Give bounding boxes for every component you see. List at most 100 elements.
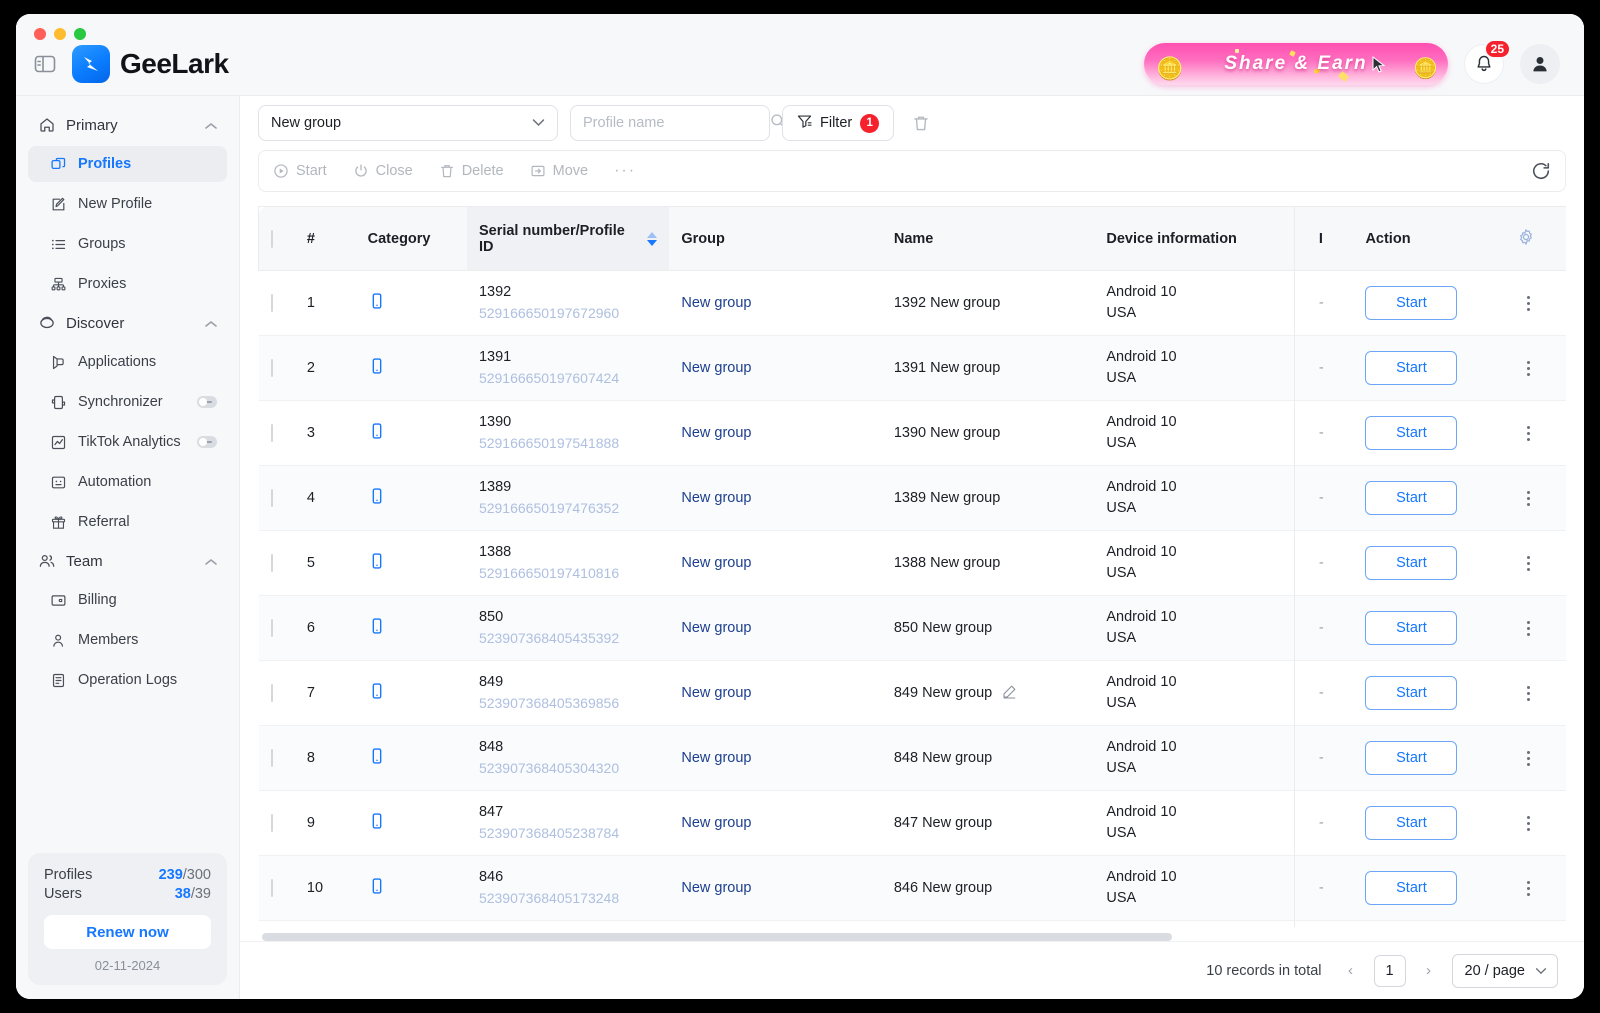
edit-name-icon[interactable]: [1002, 684, 1017, 703]
row-group-link[interactable]: New group: [681, 685, 751, 701]
column-group[interactable]: Group: [669, 206, 882, 271]
row-start-button[interactable]: Start: [1365, 611, 1458, 645]
row-checkbox[interactable]: [270, 879, 273, 897]
table-row[interactable]: 7 849 523907368405369856 New group 849 New g…: [258, 660, 1566, 726]
row-more-menu-icon[interactable]: [1517, 750, 1539, 766]
synchronizer-toggle[interactable]: [197, 396, 217, 408]
column-category[interactable]: Category: [355, 206, 467, 271]
row-group-link[interactable]: New group: [681, 880, 751, 896]
search-input[interactable]: [583, 115, 770, 131]
table-row[interactable]: 6 850 523907368405435392 New group 850 New g…: [258, 595, 1566, 661]
row-start-button[interactable]: Start: [1365, 286, 1458, 320]
row-more-menu-icon[interactable]: [1517, 620, 1539, 636]
row-more-menu-icon[interactable]: [1517, 425, 1539, 441]
sidebar-item-members[interactable]: Members: [28, 622, 227, 658]
close-window-button[interactable]: [34, 28, 46, 40]
sidebar-item-tiktok-analytics[interactable]: TikTok Analytics: [28, 424, 227, 460]
row-start-button[interactable]: Start: [1365, 676, 1458, 710]
sidebar-group-team[interactable]: Team: [28, 542, 227, 580]
clear-filter-button[interactable]: [906, 108, 936, 138]
column-name[interactable]: Name: [881, 206, 1095, 271]
column-index[interactable]: #: [294, 206, 356, 271]
table-row[interactable]: 5 1388 529166650197410816 New group 1388 New…: [258, 530, 1566, 596]
row-more-menu-icon[interactable]: [1517, 555, 1539, 571]
row-profile-id[interactable]: 529166650197672960: [479, 303, 657, 323]
renew-now-button[interactable]: Renew now: [44, 915, 211, 949]
row-group-link[interactable]: New group: [681, 750, 751, 766]
avatar[interactable]: [1520, 43, 1560, 84]
row-start-button[interactable]: Start: [1365, 741, 1458, 775]
row-group-link[interactable]: New group: [681, 425, 751, 441]
minimize-window-button[interactable]: [54, 28, 66, 40]
row-group-link[interactable]: New group: [681, 295, 751, 311]
table-row[interactable]: 10 846 523907368405173248 New group 846 New …: [258, 855, 1566, 921]
prev-page-button[interactable]: ‹: [1338, 956, 1364, 986]
row-more-menu-icon[interactable]: [1517, 490, 1539, 506]
column-device-information[interactable]: Device information: [1094, 206, 1307, 271]
row-more-menu-icon[interactable]: [1517, 880, 1539, 896]
sidebar-item-new-profile[interactable]: New Profile: [28, 186, 227, 222]
page-size-select[interactable]: 20 / page: [1451, 953, 1558, 988]
column-serial-number[interactable]: Serial number/Profile ID: [466, 206, 670, 271]
panel-toggle-icon[interactable]: [34, 54, 56, 74]
sidebar-group-primary[interactable]: Primary: [28, 106, 227, 144]
row-group-link[interactable]: New group: [681, 360, 751, 376]
row-more-menu-icon[interactable]: [1517, 815, 1539, 831]
sidebar-item-applications[interactable]: Applications: [28, 344, 227, 380]
sidebar-item-automation[interactable]: Automation: [28, 464, 227, 500]
table-row[interactable]: 8 848 523907368405304320 New group 848 New g…: [258, 725, 1566, 791]
sort-toggle-icon[interactable]: [647, 231, 658, 246]
group-select[interactable]: New group: [258, 105, 558, 141]
sidebar-item-operation-logs[interactable]: Operation Logs: [28, 662, 227, 698]
filter-button[interactable]: Filter 1: [782, 105, 895, 141]
share-and-earn-banner[interactable]: 🪙 Share & Earn 🪙: [1144, 42, 1448, 85]
search-box[interactable]: [570, 105, 785, 141]
row-checkbox[interactable]: [270, 424, 273, 442]
row-profile-id[interactable]: 523907368405435392: [479, 628, 657, 648]
sidebar-item-referral[interactable]: Referral: [28, 504, 227, 540]
row-profile-id[interactable]: 523907368405173248: [479, 888, 657, 908]
maximize-window-button[interactable]: [74, 28, 86, 40]
tiktok-analytics-toggle[interactable]: [197, 436, 217, 448]
table-row[interactable]: 1 1392 529166650197672960 New group 1392 New…: [258, 270, 1566, 336]
row-start-button[interactable]: Start: [1365, 351, 1458, 385]
row-group-link[interactable]: New group: [681, 490, 751, 506]
row-checkbox[interactable]: [270, 619, 273, 637]
row-checkbox[interactable]: [270, 489, 273, 507]
row-profile-id[interactable]: 529166650197541888: [479, 433, 657, 453]
sidebar-item-groups[interactable]: Groups: [28, 226, 227, 262]
row-profile-id[interactable]: 523907368405238784: [479, 823, 657, 843]
page-number-1[interactable]: 1: [1373, 954, 1406, 987]
row-profile-id[interactable]: 523907368405369856: [479, 693, 657, 713]
row-profile-id[interactable]: 529166650197607424: [479, 368, 657, 388]
horizontal-scrollbar[interactable]: [262, 933, 1562, 941]
sidebar-item-billing[interactable]: Billing: [28, 582, 227, 618]
row-checkbox[interactable]: [270, 554, 273, 572]
row-more-menu-icon[interactable]: [1517, 360, 1539, 376]
sidebar-item-profiles[interactable]: Profiles: [28, 146, 227, 182]
column-ip-truncated[interactable]: I: [1306, 206, 1354, 271]
horizontal-scrollbar-thumb[interactable]: [262, 933, 1172, 941]
row-group-link[interactable]: New group: [681, 815, 751, 831]
row-group-link[interactable]: New group: [681, 620, 751, 636]
bulk-close-button[interactable]: Close: [353, 163, 413, 179]
brand[interactable]: GeeLark: [72, 44, 229, 83]
row-profile-id[interactable]: 523907368405304320: [479, 758, 657, 778]
row-checkbox[interactable]: [270, 684, 273, 702]
row-profile-id[interactable]: 529166650197476352: [479, 498, 657, 518]
row-start-button[interactable]: Start: [1365, 416, 1458, 450]
sidebar-item-synchronizer[interactable]: Synchronizer: [28, 384, 227, 420]
row-checkbox[interactable]: [270, 359, 273, 377]
bulk-start-button[interactable]: Start: [273, 163, 327, 179]
table-row[interactable]: 9 847 523907368405238784 New group 847 New g…: [258, 790, 1566, 856]
refresh-button[interactable]: [1531, 161, 1551, 181]
row-more-menu-icon[interactable]: [1517, 295, 1539, 311]
row-more-menu-icon[interactable]: [1517, 685, 1539, 701]
row-start-button[interactable]: Start: [1365, 806, 1458, 840]
table-row[interactable]: 2 1391 529166650197607424 New group 1391 New…: [258, 335, 1566, 401]
sidebar-item-proxies[interactable]: Proxies: [28, 266, 227, 302]
row-group-link[interactable]: New group: [681, 555, 751, 571]
sidebar-group-discover[interactable]: Discover: [28, 304, 227, 342]
gear-icon[interactable]: [1517, 228, 1535, 250]
window-controls[interactable]: [34, 28, 86, 40]
